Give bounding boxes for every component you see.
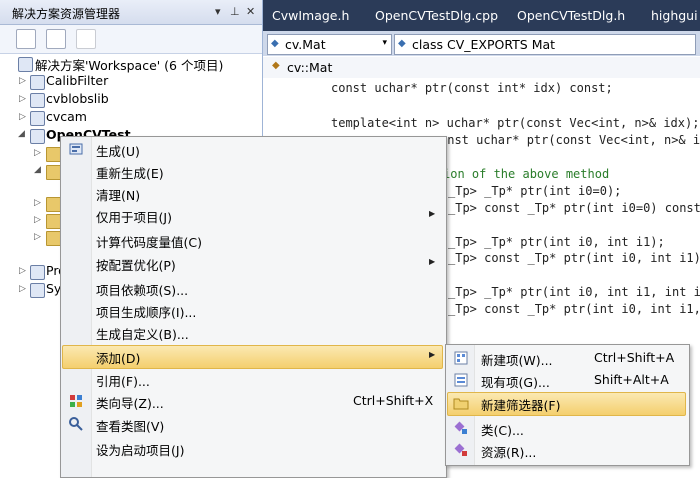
- code-line: template<int n> uchar* ptr(const Vec<int…: [331, 116, 700, 130]
- code-line: _Tp> _Tp* ptr(int i0, int i1);: [448, 235, 665, 249]
- expand-arrow-icon[interactable]: ▷: [34, 232, 41, 242]
- menu-item-build[interactable]: 生成(U): [62, 138, 443, 160]
- menu-item-clean[interactable]: 清理(N): [62, 182, 443, 204]
- submenu-arrow-icon: ▶: [429, 209, 436, 218]
- folder-icon: [46, 231, 61, 246]
- expand-arrow-icon[interactable]: ▷: [19, 94, 26, 104]
- expand-arrow-icon[interactable]: ▷: [19, 284, 26, 294]
- class-icon: ◆: [398, 38, 406, 49]
- show-all-files-icon[interactable]: [46, 29, 66, 49]
- menu-item-project-only[interactable]: 仅用于项目(J) ▶: [62, 204, 443, 226]
- expand-arrow-icon[interactable]: ▷: [19, 112, 26, 122]
- expand-arrow-icon[interactable]: ▷: [34, 198, 41, 208]
- menu-item-resource[interactable]: 资源(R)...: [447, 439, 686, 461]
- submenu-arrow-icon: ▶: [429, 257, 436, 266]
- menu-item-build-customization[interactable]: 生成自定义(B)...: [62, 321, 443, 343]
- menu-item-code-metrics[interactable]: 计算代码度量值(C): [62, 229, 443, 251]
- project-icon: [30, 283, 45, 298]
- class-icon: [454, 421, 467, 434]
- expand-arrow-icon[interactable]: ▷: [19, 76, 26, 86]
- solution-explorer-titlebar: 解决方案资源管理器 ▾ ⊥ ✕: [0, 0, 262, 25]
- menu-item-view-class-diagram[interactable]: 查看类图(V): [62, 413, 443, 435]
- code-comment: ion of the above method: [443, 167, 610, 181]
- add-submenu: 新建项(W)... Ctrl+Shift+A 现有项(G)... Shift+A…: [445, 344, 690, 466]
- menu-item-existing-item[interactable]: 现有项(G)... Shift+Alt+A: [447, 369, 686, 391]
- expand-arrow-icon[interactable]: ▷: [19, 266, 26, 276]
- folder-icon: [46, 147, 61, 162]
- expand-arrow-icon[interactable]: ▷: [34, 215, 41, 225]
- class-diagram-icon: [69, 417, 83, 431]
- code-line: const uchar* ptr(const int* idx) const;: [331, 81, 613, 95]
- properties-icon[interactable]: [16, 29, 36, 49]
- menu-item-class[interactable]: 类(C)...: [447, 417, 686, 439]
- menu-item-class-wizard[interactable]: 类向导(Z)... Ctrl+Shift+X: [62, 390, 443, 412]
- folder-icon: [46, 165, 61, 180]
- submenu-arrow-icon: ▶: [429, 350, 436, 359]
- navigation-bar: ◆ cv.Mat ▾ ◆ class CV_EXPORTS Mat: [263, 31, 700, 56]
- dropdown-arrow-icon[interactable]: ▾: [382, 38, 387, 48]
- class-wizard-icon: [70, 395, 82, 407]
- menu-item-build-order[interactable]: 项目生成顺序(I)...: [62, 299, 443, 321]
- solution-icon: [18, 57, 33, 72]
- refresh-icon[interactable]: [76, 29, 96, 49]
- menu-item-rebuild[interactable]: 重新生成(E): [62, 160, 443, 182]
- project-icon: [30, 265, 45, 280]
- document-tab-bar: CvwImage.h OpenCVTestDlg.cpp OpenCVTestD…: [263, 0, 700, 31]
- solution-explorer-toolbar: [0, 25, 262, 54]
- close-icon[interactable]: ✕: [246, 5, 255, 18]
- project-icon: [30, 75, 45, 90]
- project-icon: [30, 93, 45, 108]
- code-line: onst uchar* ptr(const Vec<int, n>& idx: [440, 133, 700, 147]
- dropdown-icon[interactable]: ▾: [215, 5, 221, 18]
- new-item-icon: [454, 351, 468, 365]
- menu-item-pgo[interactable]: 按配置优化(P) ▶: [62, 252, 443, 274]
- class-icon: ◆: [272, 60, 280, 71]
- code-line: _Tp> const _Tp* ptr(int i0, int i1,: [448, 302, 700, 316]
- class-icon: ◆: [271, 38, 279, 49]
- collapse-arrow-icon[interactable]: ◢: [18, 129, 25, 139]
- breadcrumb: ◆ cv::Mat: [263, 57, 700, 79]
- project-context-menu: 生成(U) 重新生成(E) 清理(N) 仅用于项目(J) ▶ 计算代码度量值(C…: [60, 136, 447, 478]
- code-line: _Tp> _Tp* ptr(int i0=0);: [448, 184, 622, 198]
- scope-combo[interactable]: ◆ cv.Mat ▾: [267, 34, 392, 55]
- tab-opencvtestdlg-cpp[interactable]: OpenCVTestDlg.cpp: [375, 8, 498, 23]
- folder-icon: [46, 197, 61, 212]
- collapse-arrow-icon[interactable]: ◢: [34, 165, 41, 175]
- tab-highgui[interactable]: highgui: [651, 8, 698, 23]
- pin-icon[interactable]: ⊥: [230, 5, 240, 18]
- resource-icon: [454, 443, 467, 456]
- menu-item-dependencies[interactable]: 项目依赖项(S)...: [62, 277, 443, 299]
- code-line: _Tp> const _Tp* ptr(int i0, int i1) c: [448, 251, 700, 265]
- project-icon: [30, 111, 45, 126]
- menu-item-set-startup[interactable]: 设为启动项目(J): [62, 437, 443, 459]
- existing-item-icon: [454, 373, 468, 387]
- build-icon: [69, 143, 83, 155]
- member-combo[interactable]: ◆ class CV_EXPORTS Mat: [394, 34, 696, 55]
- tab-cvwimage-h[interactable]: CvwImage.h: [272, 8, 349, 23]
- code-line: _Tp> const _Tp* ptr(int i0=0) const;: [448, 201, 700, 215]
- menu-item-new-filter[interactable]: 新建筛选器(F): [447, 392, 686, 416]
- menu-item-references[interactable]: 引用(F)...: [62, 368, 443, 390]
- project-icon: [30, 129, 45, 144]
- menu-item-add[interactable]: 添加(D) ▶: [62, 345, 443, 369]
- expand-arrow-icon[interactable]: ▷: [34, 148, 41, 158]
- tab-opencvtestdlg-h[interactable]: OpenCVTestDlg.h: [517, 8, 625, 23]
- pane-title: 解决方案资源管理器: [12, 7, 121, 21]
- code-line: _Tp> _Tp* ptr(int i0, int i1, int i2): [448, 285, 700, 299]
- folder-icon: [46, 214, 61, 229]
- new-filter-folder-icon: [453, 398, 469, 410]
- menu-item-new-item[interactable]: 新建项(W)... Ctrl+Shift+A: [447, 347, 686, 369]
